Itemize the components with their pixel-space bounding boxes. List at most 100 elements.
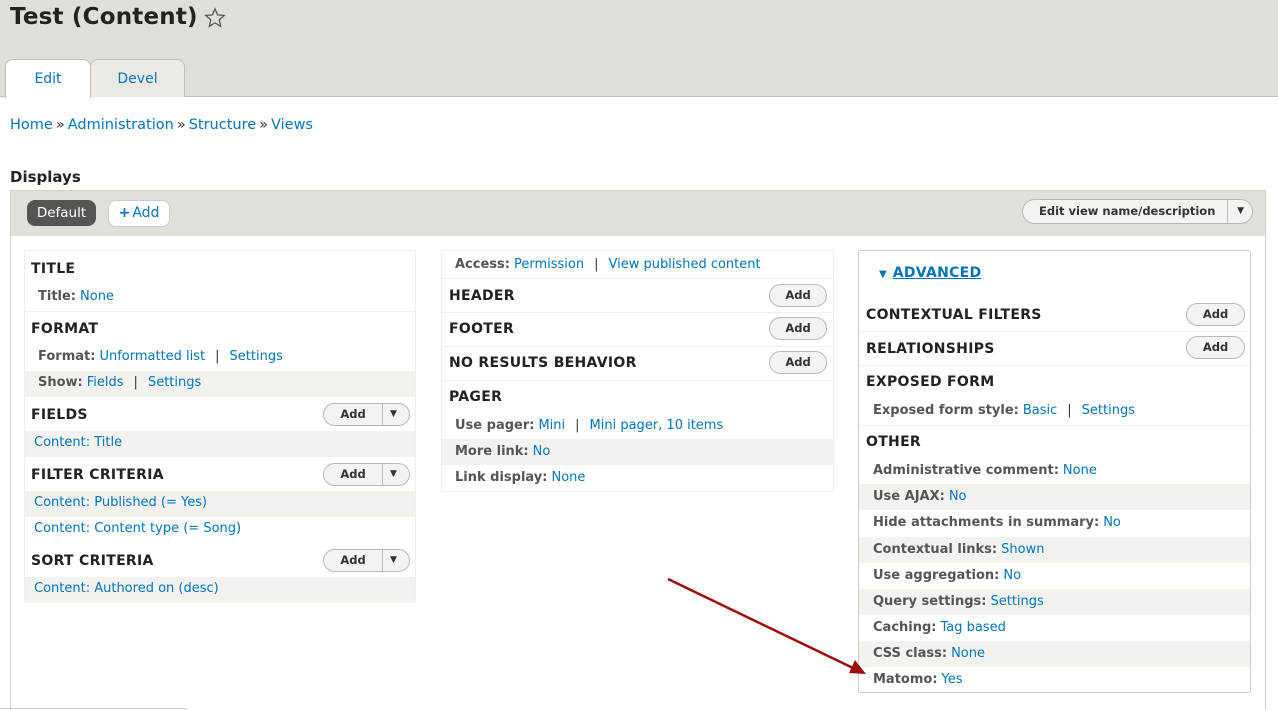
breadcrumb-views[interactable]: Views: [271, 117, 313, 133]
page-header: Test (Content) Edit Devel: [0, 0, 1278, 98]
displays-heading: Displays: [10, 168, 81, 186]
add-relationship-button[interactable]: Add: [1186, 336, 1245, 359]
option-label: Use AJAX:: [873, 489, 945, 504]
list-item: Use aggregation: No: [859, 563, 1250, 589]
option-link-display-value[interactable]: None: [551, 470, 585, 485]
option-value[interactable]: No: [1003, 568, 1021, 583]
field-item[interactable]: Content: Title: [34, 435, 122, 450]
divider: [1227, 200, 1228, 223]
option-format-settings[interactable]: Settings: [230, 349, 283, 364]
option-value[interactable]: None: [1063, 463, 1097, 478]
edit-view-label: Edit view name/description: [1039, 204, 1216, 218]
filter-item[interactable]: Content: Published (= Yes): [34, 495, 207, 510]
option-label: Access:: [455, 257, 510, 272]
default-display-tab[interactable]: Default: [27, 200, 96, 226]
displays-bar: Default + Add Edit view name/description …: [10, 190, 1266, 236]
option-exposed-form: Exposed form style: Basic | Settings: [873, 403, 1135, 418]
add-filter-button[interactable]: Add ▼: [323, 463, 410, 486]
chevron-down-icon[interactable]: ▼: [1237, 200, 1244, 223]
option-more-link-row: More link: No: [442, 439, 833, 465]
option-value[interactable]: Shown: [1001, 542, 1044, 557]
option-value[interactable]: Tag based: [941, 620, 1006, 635]
option-query-settings: Query settings: Settings: [873, 594, 1044, 609]
breadcrumb-administration[interactable]: Administration: [68, 117, 174, 133]
option-use-pager-detail[interactable]: Mini pager, 10 items: [590, 418, 724, 433]
option-label: More link:: [455, 444, 529, 459]
option-caching: Caching: Tag based: [873, 620, 1006, 635]
option-value[interactable]: None: [951, 646, 985, 661]
add-contextual-filter-button[interactable]: Add: [1186, 303, 1245, 326]
chevron-down-icon[interactable]: ▼: [390, 464, 397, 485]
list-item: Hide attachments in summary: No: [859, 510, 1250, 536]
breadcrumb-structure[interactable]: Structure: [189, 117, 256, 133]
option-label: Administrative comment:: [873, 463, 1059, 478]
option-link-display: Link display: None: [455, 470, 585, 485]
filter-item[interactable]: Content: Content type (= Song): [34, 521, 241, 536]
divider: [442, 380, 833, 381]
add-sort-button[interactable]: Add ▼: [323, 549, 410, 572]
option-use-ajax: Use AJAX: No: [873, 489, 967, 504]
option-access-value[interactable]: Permission: [514, 257, 584, 272]
option-admin-comment: Administrative comment: None: [873, 463, 1097, 478]
option-hide-attachments: Hide attachments in summary: No: [873, 515, 1121, 530]
option-value[interactable]: No: [1103, 515, 1121, 530]
edit-view-name-button[interactable]: Edit view name/description ▼: [1022, 199, 1253, 224]
option-label: Matomo:: [873, 672, 938, 687]
divider: [25, 311, 415, 312]
breadcrumb-separator: »: [259, 117, 269, 133]
section-footer-heading: FOOTER: [449, 321, 515, 337]
section-filter-heading: FILTER CRITERIA: [31, 467, 164, 483]
sort-item[interactable]: Content: Authored on (desc): [34, 581, 219, 596]
option-label: Link display:: [455, 470, 548, 485]
option-format: Format: Unformatted list | Settings: [38, 349, 283, 364]
add-display-label: Add: [132, 205, 160, 221]
option-access: Access: Permission | View published content: [455, 257, 761, 272]
option-value[interactable]: Settings: [990, 594, 1043, 609]
option-value[interactable]: No: [949, 489, 967, 504]
option-label: Show:: [38, 375, 83, 390]
option-exposed-form-value[interactable]: Basic: [1023, 403, 1057, 418]
add-no-results-button[interactable]: Add: [769, 351, 827, 374]
plus-icon: +: [118, 205, 131, 221]
add-display-button[interactable]: + Add: [108, 200, 170, 227]
divider: [859, 331, 1250, 332]
divider: [859, 365, 1250, 366]
option-label: Title:: [38, 289, 77, 304]
advanced-link: ADVANCED: [892, 265, 982, 281]
option-use-pager: Use pager: Mini | Mini pager, 10 items: [455, 418, 724, 433]
option-format-value[interactable]: Unformatted list: [99, 349, 205, 364]
option-use-pager-value[interactable]: Mini: [538, 418, 565, 433]
add-field-button[interactable]: Add ▼: [323, 403, 410, 426]
option-contextual-links: Contextual links: Shown: [873, 542, 1044, 557]
option-use-aggregation: Use aggregation: No: [873, 568, 1021, 583]
option-label: Use aggregation:: [873, 568, 1000, 583]
star-icon[interactable]: [204, 7, 226, 29]
option-value[interactable]: Yes: [942, 672, 963, 687]
column-basic-settings: TITLE Title: None FORMAT Format: Unformatt…: [24, 250, 416, 603]
section-exposed-form-heading: EXPOSED FORM: [866, 374, 995, 390]
option-title-value[interactable]: None: [80, 289, 114, 304]
option-label: Caching:: [873, 620, 937, 635]
option-label: Query settings:: [873, 594, 987, 609]
section-relationships-heading: RELATIONSHIPS: [866, 341, 995, 357]
breadcrumb-home[interactable]: Home: [10, 117, 53, 133]
section-contextual-filters-heading: CONTEXTUAL FILTERS: [866, 307, 1042, 323]
chevron-down-icon: ▼: [879, 269, 887, 280]
option-show-settings[interactable]: Settings: [148, 375, 201, 390]
section-pager-heading: PAGER: [449, 389, 503, 405]
option-more-link-value[interactable]: No: [533, 444, 551, 459]
section-fields-heading: FIELDS: [31, 407, 88, 423]
option-access-detail[interactable]: View published content: [608, 257, 760, 272]
add-footer-button[interactable]: Add: [769, 317, 827, 340]
option-exposed-form-settings[interactable]: Settings: [1082, 403, 1135, 418]
tab-edit[interactable]: Edit: [5, 59, 91, 98]
breadcrumb-separator: »: [55, 117, 65, 133]
chevron-down-icon[interactable]: ▼: [390, 404, 397, 425]
option-label: Format:: [38, 349, 96, 364]
option-title: Title: None: [38, 289, 114, 304]
add-header-button[interactable]: Add: [769, 284, 827, 307]
advanced-toggle[interactable]: ▼ ADVANCED: [879, 265, 981, 281]
tab-devel[interactable]: Devel: [90, 59, 185, 97]
option-show-value[interactable]: Fields: [87, 375, 124, 390]
chevron-down-icon[interactable]: ▼: [390, 550, 397, 571]
